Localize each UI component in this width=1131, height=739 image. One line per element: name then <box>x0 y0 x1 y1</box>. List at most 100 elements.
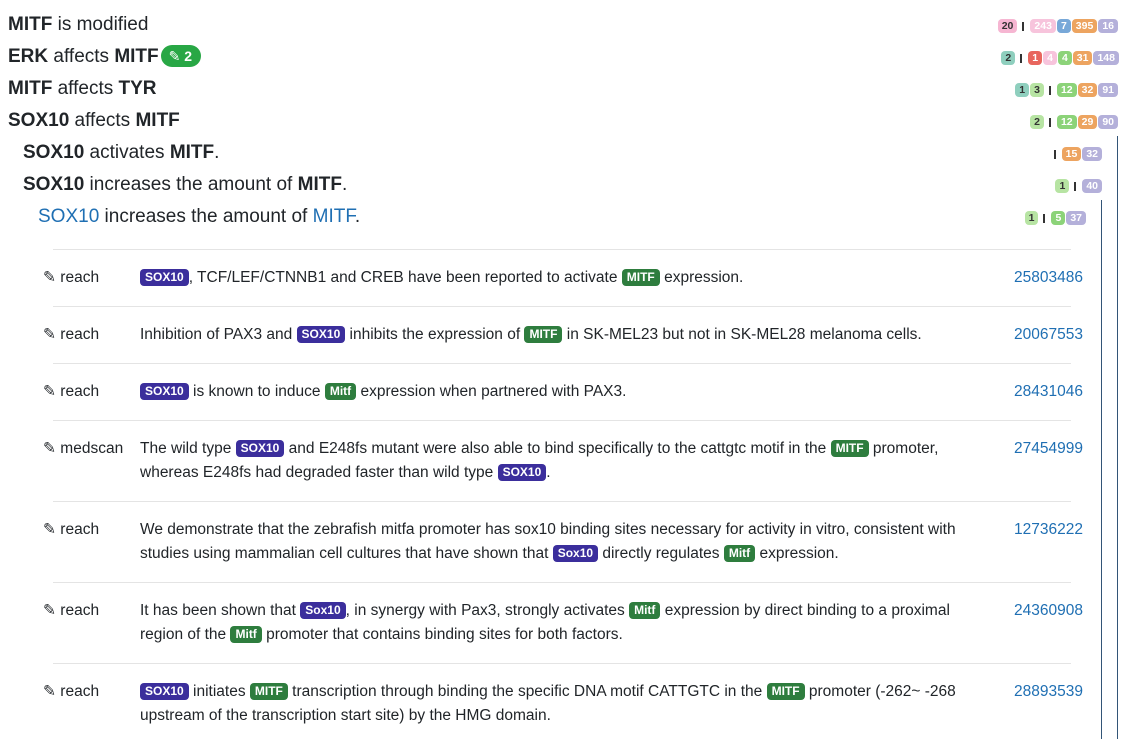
evidence-text: It has been shown that Sox10, in synergy… <box>140 599 990 647</box>
punctuation: . <box>341 174 348 195</box>
statement-row-erk-affects-mitf[interactable]: ERK affects MITF ✎ 2 2 1 4 4 31 148 <box>0 37 1131 69</box>
gene-tag[interactable]: SOX10 <box>497 464 547 481</box>
statement-verb: activates <box>89 142 165 163</box>
gene-tag[interactable]: SOX10 <box>140 683 189 700</box>
agent-name: TYR <box>118 78 157 99</box>
pmid-link[interactable]: 27454999 <box>1014 437 1083 461</box>
count-badge: 12 <box>1056 83 1077 97</box>
sentence-text: initiates <box>188 683 250 700</box>
agent-name: MITF <box>297 174 342 195</box>
gene-tag[interactable]: MITF <box>249 683 288 700</box>
gene-tag[interactable]: Mitf <box>230 626 262 643</box>
gene-tag[interactable]: Mitf <box>723 545 756 562</box>
sentence-text: transcription through binding the specif… <box>287 683 767 700</box>
count-badge: 2 <box>1001 51 1016 65</box>
count-badge: 1 <box>1055 179 1070 193</box>
count-badge: 5 <box>1051 211 1066 225</box>
agent-name: SOX10 <box>8 110 70 131</box>
gene-tag[interactable]: Sox10 <box>552 545 599 562</box>
evidence-count-badges: 1 40 <box>1054 179 1102 193</box>
statement-row-sox10-activates-mitf[interactable]: SOX10 activates MITF. 15 32 <box>0 133 1131 165</box>
count-badge: 148 <box>1093 51 1119 65</box>
count-badge: 31 <box>1072 51 1093 65</box>
count-badge: 243 <box>1030 19 1056 33</box>
evidence-count-badges: 2 1 4 4 31 148 <box>1000 51 1119 65</box>
evidence-source: ✎ reach <box>43 269 100 286</box>
agent-name: SOX10 <box>23 142 85 163</box>
divider <box>53 582 1071 583</box>
evidence-text: SOX10, TCF/LEF/CTNNB1 and CREB have been… <box>140 266 990 290</box>
statement-title[interactable]: SOX10 affects MITF <box>8 109 180 133</box>
agent-name: MITF <box>8 78 53 99</box>
gene-tag[interactable]: SOX10 <box>235 440 285 457</box>
badge-separator <box>1048 85 1051 95</box>
count-badge: 1 <box>1028 51 1043 65</box>
count-badge: 90 <box>1098 115 1118 129</box>
agent-link[interactable]: MITF <box>313 206 355 227</box>
sentence-text: directly regulates <box>598 545 724 562</box>
pmid-link[interactable]: 12736222 <box>1014 518 1083 542</box>
sentence-text: expression when partnered with PAX3. <box>356 383 627 400</box>
evidence-source: ✎ medscan <box>43 440 124 457</box>
statement-title[interactable]: MITF is modified <box>8 13 148 37</box>
statement-title[interactable]: SOX10 increases the amount of MITF. <box>23 173 347 197</box>
agent-name: SOX10 <box>23 174 85 195</box>
badge-separator <box>1053 149 1056 159</box>
pmid-link[interactable]: 28431046 <box>1014 380 1083 404</box>
statement-row-mitf-affects-tyr[interactable]: MITF affects TYR 1 3 12 32 91 <box>0 69 1131 101</box>
gene-tag[interactable]: SOX10 <box>140 269 189 286</box>
statement-title[interactable]: SOX10 activates MITF. <box>23 141 219 165</box>
gene-tag[interactable]: SOX10 <box>296 326 346 343</box>
count-badge: 32 <box>1082 147 1102 161</box>
pencil-icon: ✎ <box>168 48 181 64</box>
agent-name: MITF <box>169 142 215 163</box>
evidence-count-badges: 1 3 12 32 91 <box>1014 83 1118 97</box>
gene-tag[interactable]: Mitf <box>629 602 661 619</box>
gene-tag[interactable]: Sox10 <box>300 602 346 619</box>
count-badge: 395 <box>1071 19 1098 33</box>
count-badge: 15 <box>1061 147 1082 161</box>
statement-row-sox10-increases-mitf[interactable]: SOX10 increases the amount of MITF. 1 40 <box>0 165 1131 197</box>
sentence-text: It has been shown that <box>140 602 301 619</box>
evidence-count-badges: 15 32 <box>1049 147 1102 161</box>
sentence-text: expression. <box>659 269 744 286</box>
evidence-source: ✎ reach <box>43 683 100 700</box>
agent-link[interactable]: SOX10 <box>38 206 99 227</box>
agent-name: MITF <box>8 14 53 35</box>
sentence-text: Inhibition of PAX3 and <box>140 326 297 343</box>
sentence-text: is known to induce <box>188 383 325 400</box>
statement-row-sox10-affects-mitf[interactable]: SOX10 affects MITF 2 12 29 90 <box>0 101 1131 133</box>
curation-pill[interactable]: ✎ 2 <box>160 45 202 67</box>
statement-verb: affects <box>74 110 131 131</box>
statement-verb: affects <box>53 46 110 67</box>
badge-separator <box>1074 181 1077 191</box>
sentence-text: , TCF/LEF/CTNNB1 and CREB have been repo… <box>188 269 622 286</box>
gene-tag[interactable]: Mitf <box>324 383 357 400</box>
pmid-link[interactable]: 25803486 <box>1014 266 1083 290</box>
badge-separator <box>1043 213 1046 223</box>
gene-tag[interactable]: SOX10 <box>140 383 189 400</box>
evidence-text: The wild type SOX10 and E248fs mutant we… <box>140 437 990 485</box>
statement-row-sox10-increases-mitf-detail[interactable]: SOX10 increases the amount of MITF. 1 5 … <box>0 197 1131 229</box>
pmid-link[interactable]: 24360908 <box>1014 599 1083 623</box>
statement-title[interactable]: SOX10 increases the amount of MITF. <box>38 205 360 229</box>
statement-verb: increases the amount of <box>104 206 308 227</box>
gene-tag[interactable]: MITF <box>524 326 563 343</box>
statement-row-mitf-modified[interactable]: MITF is modified 20 243 7 395 16 <box>0 5 1131 37</box>
pmid-link[interactable]: 28893539 <box>1014 680 1083 704</box>
statement-title[interactable]: MITF affects TYR <box>8 77 157 101</box>
pmid-link[interactable]: 20067553 <box>1014 323 1083 347</box>
badge-separator <box>1020 53 1023 63</box>
statement-title[interactable]: ERK affects MITF ✎ 2 <box>8 45 202 69</box>
tree-guide-line-inner <box>1101 200 1102 739</box>
gene-tag[interactable]: MITF <box>621 269 660 286</box>
badge-separator <box>1022 21 1025 31</box>
gene-tag[interactable]: MITF <box>830 440 869 457</box>
count-badge: 1 <box>1024 211 1039 225</box>
gene-tag[interactable]: MITF <box>766 683 805 700</box>
evidence-count-badges: 1 5 37 <box>1024 211 1086 225</box>
divider <box>53 306 1071 307</box>
sentence-text: and E248fs mutant were also able to bind… <box>284 440 831 457</box>
count-badge: 7 <box>1056 19 1071 33</box>
evidence-text: We demonstrate that the zebrafish mitfa … <box>140 518 990 566</box>
